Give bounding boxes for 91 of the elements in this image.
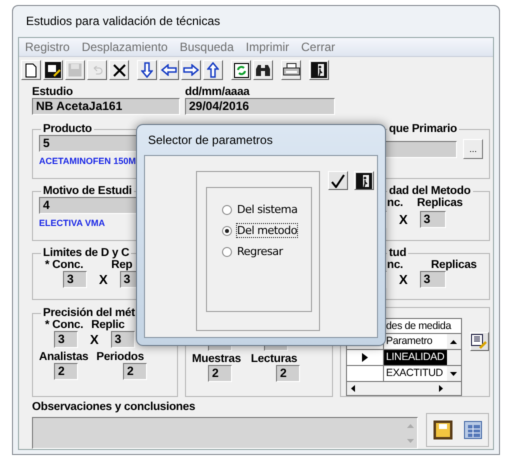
toolbar-button[interactable] [281, 60, 301, 80]
refresh-icon [234, 62, 248, 78]
field-label: * Conc. [45, 259, 84, 271]
accept-button[interactable] [328, 171, 348, 190]
toolbar-button[interactable] [309, 60, 329, 80]
times-sign: X [399, 272, 408, 287]
dialog-title: Selector de parametros [147, 132, 274, 149]
up-arrow-icon [207, 62, 219, 78]
times-sign: X [90, 332, 99, 347]
radio-option[interactable]: Regresar [222, 245, 311, 258]
exit-door-icon [356, 172, 372, 188]
scroll-left-icon[interactable] [351, 385, 355, 392]
notepad-icon [45, 62, 61, 78]
group-title: Precisión del mét [42, 307, 136, 319]
toolbar-button[interactable] [43, 60, 63, 80]
edit-list-button[interactable] [470, 332, 489, 351]
field-label: Muestras [192, 353, 241, 365]
group-title: dad del Metodo [388, 185, 472, 197]
menu-item[interactable]: Busqueda [174, 40, 240, 54]
field-label: Rep [111, 259, 132, 271]
field-label: Lecturas [250, 353, 298, 365]
value-field[interactable]: 3 [110, 331, 135, 348]
menu-item[interactable]: Desplazamiento [76, 40, 174, 54]
radio-option[interactable]: Del metodo [222, 224, 311, 237]
value-field[interactable]: 2 [276, 365, 300, 382]
toolbar-button[interactable] [109, 60, 129, 80]
scroll-right-icon[interactable] [438, 385, 443, 392]
menu-item[interactable]: Cerrar [295, 40, 342, 54]
browse-button[interactable]: ... [463, 139, 483, 159]
toolbar-button[interactable] [159, 60, 179, 80]
toolbar-button[interactable] [21, 60, 41, 80]
row-pointer-icon [362, 353, 368, 362]
field-label: nc. [387, 197, 404, 209]
value-field[interactable]: 2 [123, 363, 147, 380]
toolbar-button[interactable] [181, 60, 201, 80]
column-header: Parametro [385, 334, 434, 349]
field-label: * Conc. [45, 319, 84, 331]
blank-page-icon [25, 62, 37, 78]
down-arrow-icon [141, 62, 153, 78]
grid-row[interactable]: EXACTITUD [384, 366, 447, 381]
scroll-up-icon[interactable] [450, 340, 458, 344]
exit-door-icon [311, 62, 327, 78]
field-label: dd/mm/aaaa [185, 86, 251, 98]
radio-option[interactable]: Del sistema [222, 203, 311, 216]
table-icon[interactable] [464, 421, 482, 439]
binoculars-icon [255, 64, 271, 76]
field-label: Replic [91, 319, 125, 331]
window-title: Estudios para validación de técnicas [25, 13, 222, 30]
right-arrow-icon [183, 64, 199, 76]
field-label: Estudio [32, 86, 74, 98]
scroll-down-icon[interactable] [450, 372, 458, 376]
delete-icon [112, 64, 126, 76]
group-title: Limites de D y C [42, 247, 130, 259]
value-field[interactable]: 3 [54, 331, 78, 348]
toolbar-button[interactable] [137, 60, 157, 80]
group-title: Motivo de Estudi [42, 185, 133, 197]
toolbar-button[interactable] [203, 60, 223, 80]
value-field[interactable]: 3 [63, 271, 87, 288]
field-label: Analistas [39, 351, 88, 363]
toolbar-button[interactable] [231, 60, 251, 80]
value-field[interactable]: 2 [208, 365, 232, 382]
exit-button[interactable] [354, 171, 374, 190]
printer-icon [282, 63, 300, 77]
group-title: tud [388, 247, 408, 259]
group-title: que Primario [388, 123, 458, 135]
value-field[interactable]: 2 [54, 363, 78, 380]
times-sign: X [99, 272, 108, 287]
save-tray-icon[interactable] [432, 420, 453, 440]
checkmark-icon [331, 174, 345, 188]
menu-item[interactable]: Registro [19, 40, 76, 54]
study-field[interactable]: NB AcetaJa161 [32, 98, 180, 115]
value-field[interactable]: 3 [420, 271, 446, 288]
field-label: Observaciones y conclusiones [32, 401, 196, 413]
times-sign: X [399, 212, 408, 227]
field-label: Periodos [96, 351, 144, 363]
undo-icon [91, 66, 103, 74]
field-label: Replicas [431, 259, 477, 271]
toolbar-button[interactable] [253, 60, 273, 80]
reason-description: ELECTIVA VMA [39, 218, 106, 228]
grid-row[interactable]: LINEALIDAD [384, 350, 447, 365]
floppy-icon [68, 63, 82, 77]
field-label: Replicas [417, 197, 463, 209]
product-description: ACETAMINOFEN 150M [39, 156, 137, 166]
group-title: Producto [42, 123, 93, 135]
notepad-pencil-icon [471, 334, 488, 349]
field-label: nc. [387, 259, 404, 271]
date-field[interactable]: 29/04/2016 [185, 98, 335, 115]
left-arrow-icon [161, 64, 177, 76]
horizontal-scrollbar[interactable] [347, 382, 461, 395]
menu-item[interactable]: Imprimir [240, 40, 296, 54]
value-field[interactable]: 3 [420, 211, 446, 228]
